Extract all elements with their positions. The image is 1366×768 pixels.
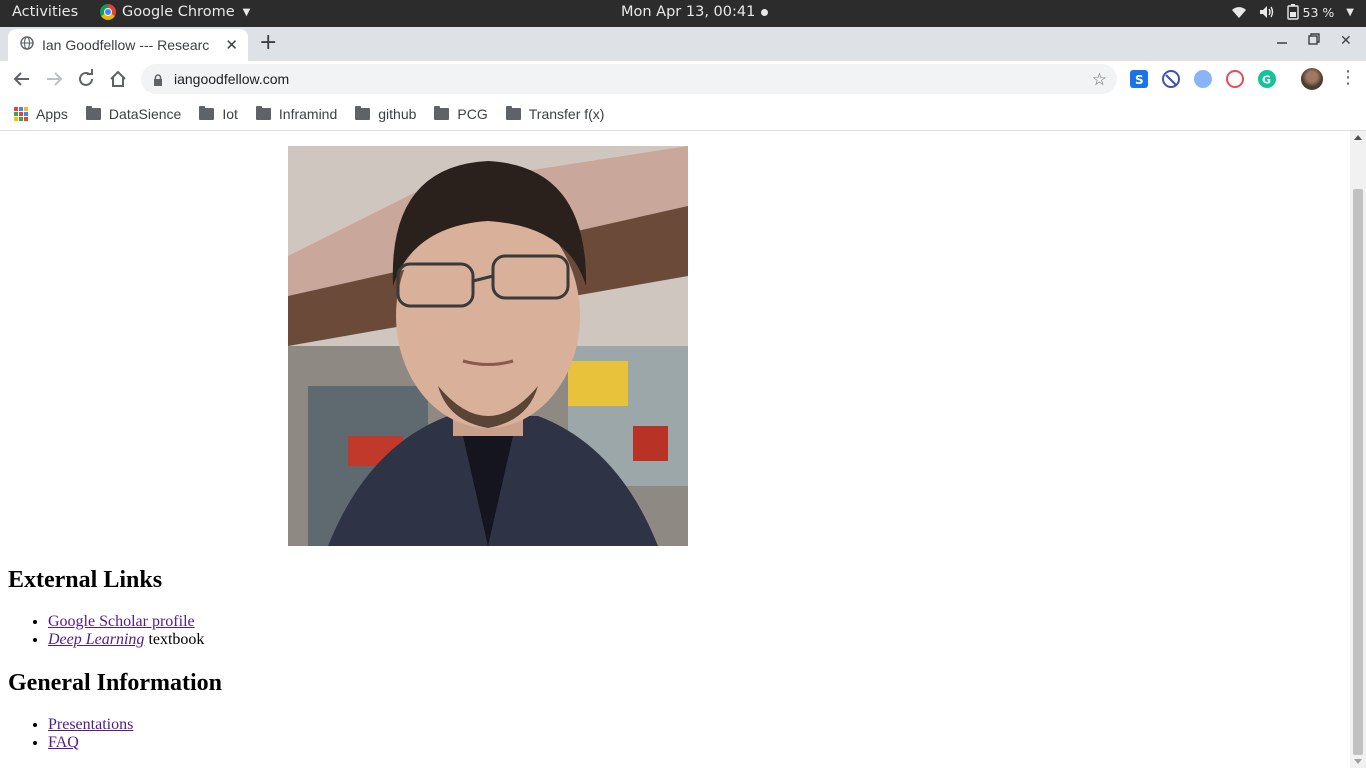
external-links-list: Google Scholar profile Deep Learning tex…	[48, 613, 204, 649]
url-text[interactable]: iangoodfellow.com	[174, 71, 289, 87]
svg-text:S: S	[1135, 73, 1144, 87]
folder-icon	[255, 105, 271, 120]
list-item: Google Scholar profile	[48, 613, 204, 631]
feather-extension-icon[interactable]	[1194, 70, 1212, 88]
notification-dot-icon	[761, 8, 769, 16]
presentations-link[interactable]: Presentations	[48, 716, 133, 733]
bookmark-star-icon[interactable]: ☆	[1092, 70, 1107, 90]
scroll-down-arrow-icon[interactable]	[1354, 759, 1362, 764]
app-menu[interactable]: Google Chrome ▼	[100, 4, 250, 20]
system-tray[interactable]: 53 % ▼	[1231, 4, 1354, 20]
tab-strip: Ian Goodfellow --- Researc ✕ + ✕	[0, 27, 1366, 61]
bookmark-label: Apps	[36, 105, 68, 122]
list-item: Deep Learning textbook	[48, 631, 204, 649]
bookmark-folder-pcg[interactable]: PCG	[434, 105, 488, 122]
bookmark-label: PCG	[457, 105, 488, 122]
restore-icon[interactable]	[1308, 33, 1320, 49]
apps-grid-icon	[14, 106, 28, 121]
general-information-heading: General Information	[8, 670, 222, 696]
activities-button[interactable]: Activities	[12, 4, 78, 20]
faq-link[interactable]: FAQ	[48, 734, 79, 751]
browser-toolbar: iangoodfellow.com ☆ S G ⋮	[0, 61, 1366, 97]
clock[interactable]: Mon Apr 13, 00:41	[621, 4, 769, 20]
scrollbar-thumb[interactable]	[1353, 189, 1363, 755]
svg-text:G: G	[1262, 74, 1271, 87]
wifi-icon	[1231, 5, 1247, 19]
bookmark-folder-iot[interactable]: Iot	[199, 105, 238, 122]
battery-percent: 53 %	[1302, 4, 1335, 20]
bookmark-folder-github[interactable]: github	[355, 105, 417, 122]
folder-icon	[505, 105, 521, 120]
folder-icon	[199, 105, 215, 120]
app-name: Google Chrome	[122, 4, 235, 20]
tab-title: Ian Goodfellow --- Researc	[42, 37, 210, 53]
close-tab-icon[interactable]: ✕	[225, 36, 238, 54]
bookmark-label: Transfer f(x)	[528, 105, 605, 122]
folder-icon	[355, 105, 371, 120]
external-links-heading: External Links	[8, 567, 163, 593]
close-window-icon[interactable]: ✕	[1340, 33, 1352, 49]
folder-icon	[434, 105, 450, 120]
bookmark-label: github	[378, 105, 417, 122]
s-extension-icon[interactable]: S	[1130, 70, 1148, 88]
spiral-extension-icon[interactable]	[1226, 70, 1244, 88]
minimize-icon[interactable]	[1276, 33, 1288, 49]
reload-icon[interactable]	[75, 68, 97, 90]
forward-arrow-icon[interactable]	[43, 68, 65, 90]
scroll-up-arrow-icon[interactable]	[1354, 135, 1362, 140]
list-item: FAQ	[48, 734, 133, 752]
battery-icon	[1286, 4, 1299, 20]
google-scholar-link[interactable]: Google Scholar profile	[48, 613, 195, 630]
system-top-bar: Activities Google Chrome ▼ Mon Apr 13, 0…	[0, 0, 1366, 27]
textbook-label: textbook	[144, 631, 205, 648]
deep-learning-link[interactable]: Deep Learning	[48, 631, 144, 648]
bookmark-folder-inframind[interactable]: Inframind	[255, 105, 338, 122]
caret-down-icon: ▼	[1346, 6, 1354, 18]
address-bar[interactable]: iangoodfellow.com ☆	[141, 64, 1117, 94]
grammarly-extension-icon[interactable]: G	[1258, 70, 1276, 88]
blocker-extension-icon[interactable]	[1162, 70, 1180, 88]
lock-icon[interactable]	[153, 72, 163, 91]
bookmark-label: Iot	[222, 105, 238, 122]
bookmark-apps[interactable]: Apps	[14, 106, 68, 122]
chrome-icon	[100, 4, 116, 20]
new-tab-icon[interactable]: +	[259, 30, 277, 55]
profile-avatar[interactable]	[1301, 68, 1323, 90]
bookmark-label: DataSience	[108, 105, 182, 122]
page-content: External Links Google Scholar profile De…	[0, 131, 1350, 768]
clock-text: Mon Apr 13, 00:41	[621, 4, 756, 20]
bookmarks-bar: Apps DataSience Iot Inframind github PCG…	[0, 97, 1366, 131]
tab-active[interactable]: Ian Goodfellow --- Researc ✕	[8, 29, 248, 61]
page-scrollbar[interactable]	[1350, 131, 1366, 768]
menu-dots-icon[interactable]: ⋮	[1339, 67, 1357, 88]
volume-icon	[1259, 5, 1275, 19]
home-icon[interactable]	[107, 68, 129, 90]
bookmark-folder-transfer[interactable]: Transfer f(x)	[505, 105, 605, 122]
globe-icon	[20, 36, 34, 54]
bookmark-folder-datasience[interactable]: DataSience	[85, 105, 182, 122]
list-item: Presentations	[48, 716, 133, 734]
general-information-list: Presentations FAQ	[48, 716, 133, 752]
caret-down-icon: ▼	[242, 6, 251, 18]
folder-icon	[85, 105, 101, 120]
back-arrow-icon[interactable]	[11, 68, 33, 90]
profile-photo	[288, 146, 688, 546]
bookmark-label: Inframind	[278, 105, 338, 122]
